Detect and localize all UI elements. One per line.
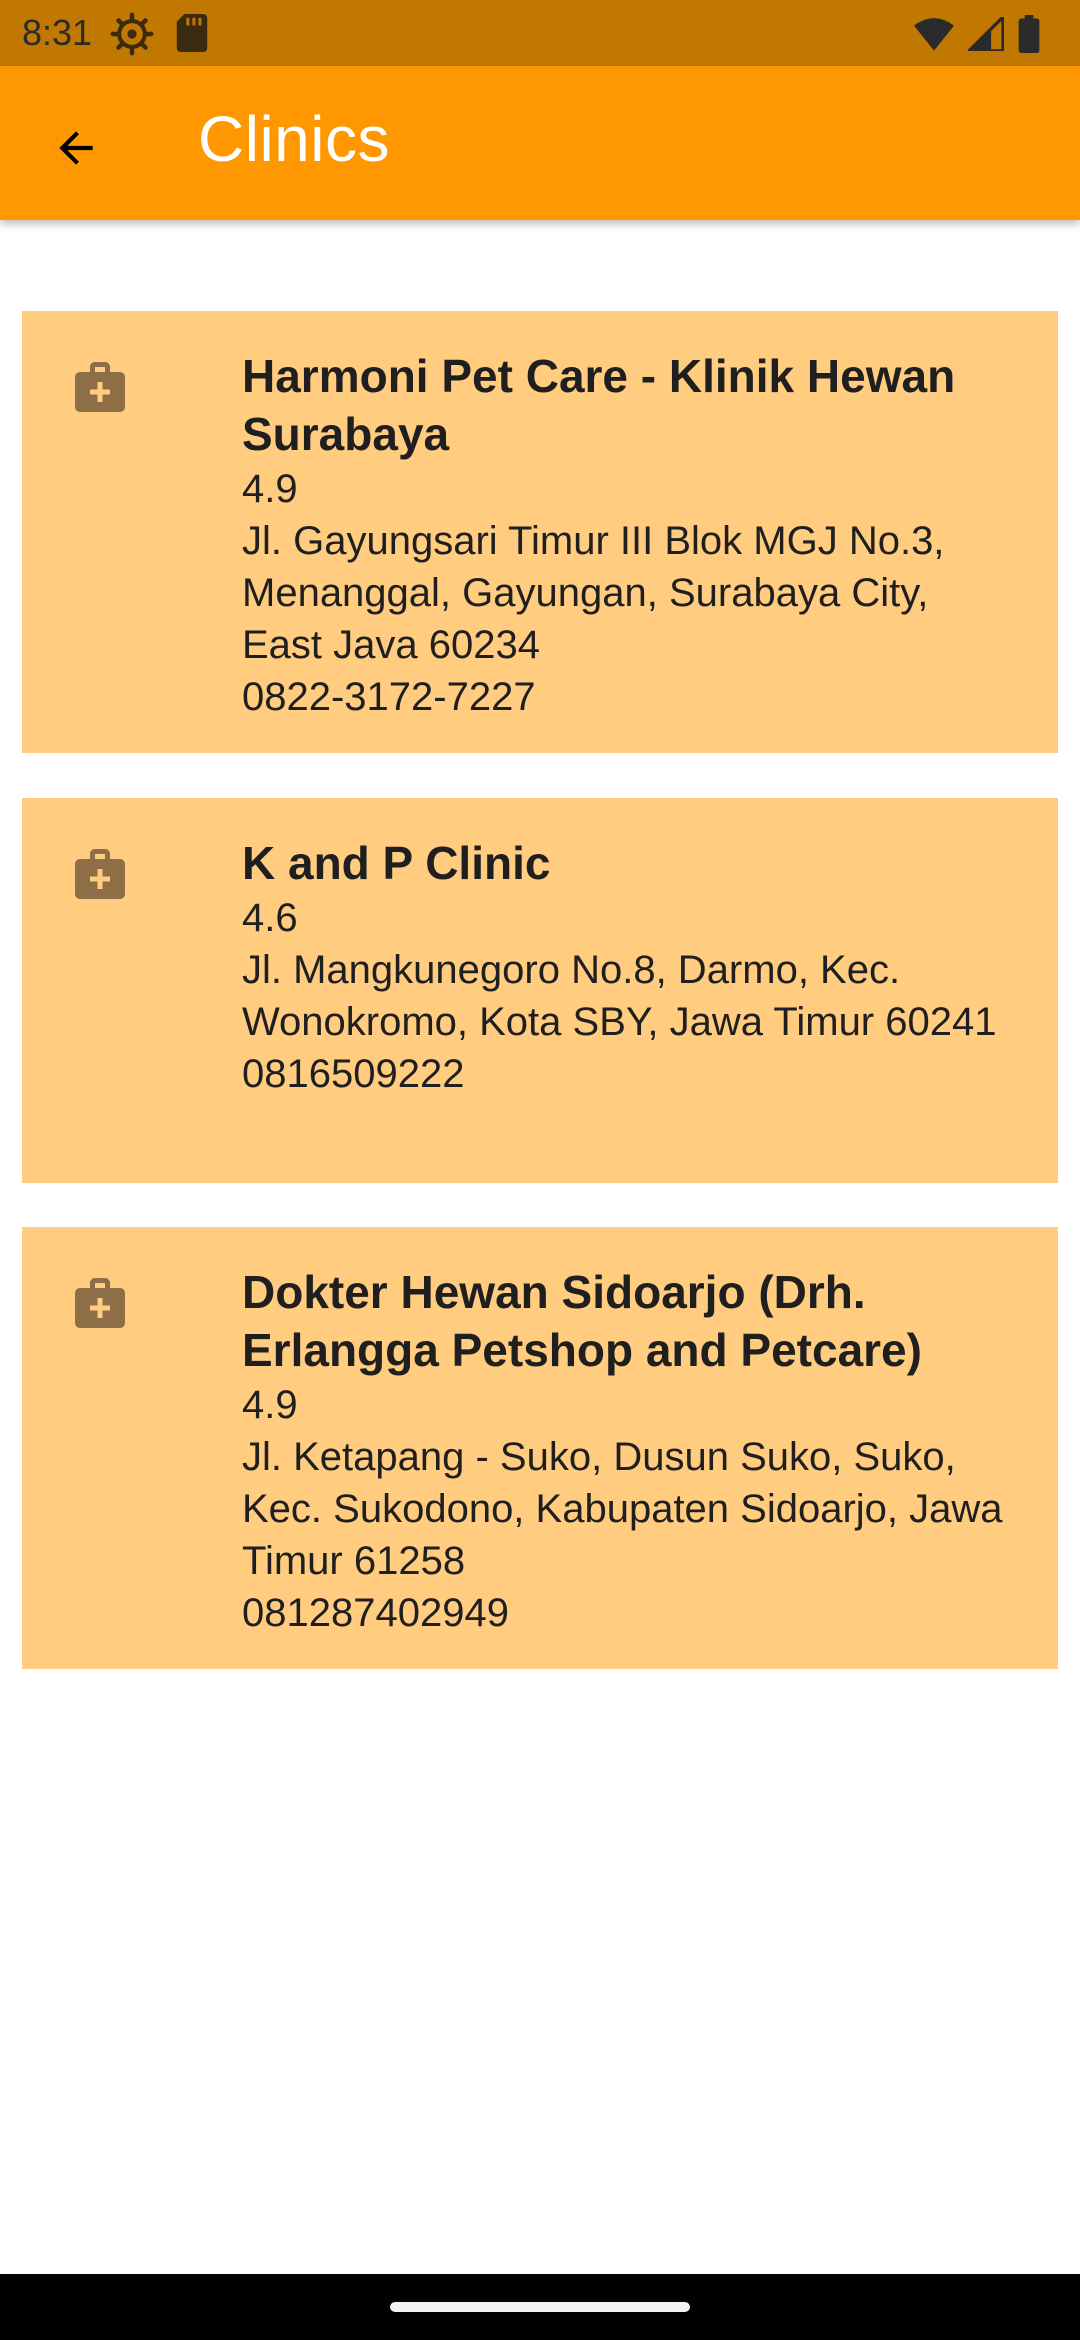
medical-bag-icon <box>75 849 125 899</box>
status-icons-right <box>914 12 1040 56</box>
back-button[interactable] <box>36 108 116 188</box>
status-time: 8:31 <box>22 12 93 53</box>
medical-bag-icon <box>75 1278 125 1328</box>
cell-signal-icon <box>968 17 1004 51</box>
home-gesture-handle[interactable] <box>390 2302 690 2312</box>
clinic-card[interactable]: Harmoni Pet Care - Klinik Hewan Surabaya… <box>22 311 1058 753</box>
clinic-address: Jl. Gayungsari Timur III Blok MGJ No.3, … <box>242 519 945 667</box>
clinic-info: Dokter Hewan Sidoarjo (Drh. Erlangga Pet… <box>242 1263 1008 1639</box>
clinic-name: Harmoni Pet Care - Klinik Hewan Surabaya <box>242 350 956 460</box>
clinic-card[interactable]: K and P Clinic 4.6 Jl. Mangkunegoro No.8… <box>22 798 1058 1183</box>
clinic-phone: 0822-3172-7227 <box>242 675 536 719</box>
sd-card-icon <box>176 14 208 52</box>
clinic-name: K and P Clinic <box>242 837 551 889</box>
page-title: Clinics <box>198 103 390 175</box>
clinic-info: K and P Clinic 4.6 Jl. Mangkunegoro No.8… <box>242 834 1008 1100</box>
app-bar: Clinics <box>0 66 1080 220</box>
clinic-address: Jl. Ketapang - Suko, Dusun Suko, Suko, K… <box>242 1435 1003 1583</box>
clinic-card[interactable]: Dokter Hewan Sidoarjo (Drh. Erlangga Pet… <box>22 1227 1058 1669</box>
clinic-phone: 081287402949 <box>242 1591 509 1635</box>
clinic-address: Jl. Mangkunegoro No.8, Darmo, Kec. Wonok… <box>242 948 997 1044</box>
wifi-icon <box>914 18 954 51</box>
clinic-info: Harmoni Pet Care - Klinik Hewan Surabaya… <box>242 347 1008 723</box>
clinic-rating: 4.9 <box>242 1383 298 1427</box>
clinic-rating: 4.6 <box>242 896 298 940</box>
status-bar: 8:31 <box>0 0 1080 66</box>
medical-bag-icon <box>75 362 125 412</box>
clinic-name: Dokter Hewan Sidoarjo (Drh. Erlangga Pet… <box>242 1266 922 1376</box>
settings-gear-icon <box>110 12 154 56</box>
arrow-left-icon <box>59 131 93 165</box>
clinic-rating: 4.9 <box>242 467 298 511</box>
system-navigation-bar <box>0 2274 1080 2340</box>
battery-icon <box>1018 15 1040 53</box>
clinic-phone: 0816509222 <box>242 1052 465 1096</box>
